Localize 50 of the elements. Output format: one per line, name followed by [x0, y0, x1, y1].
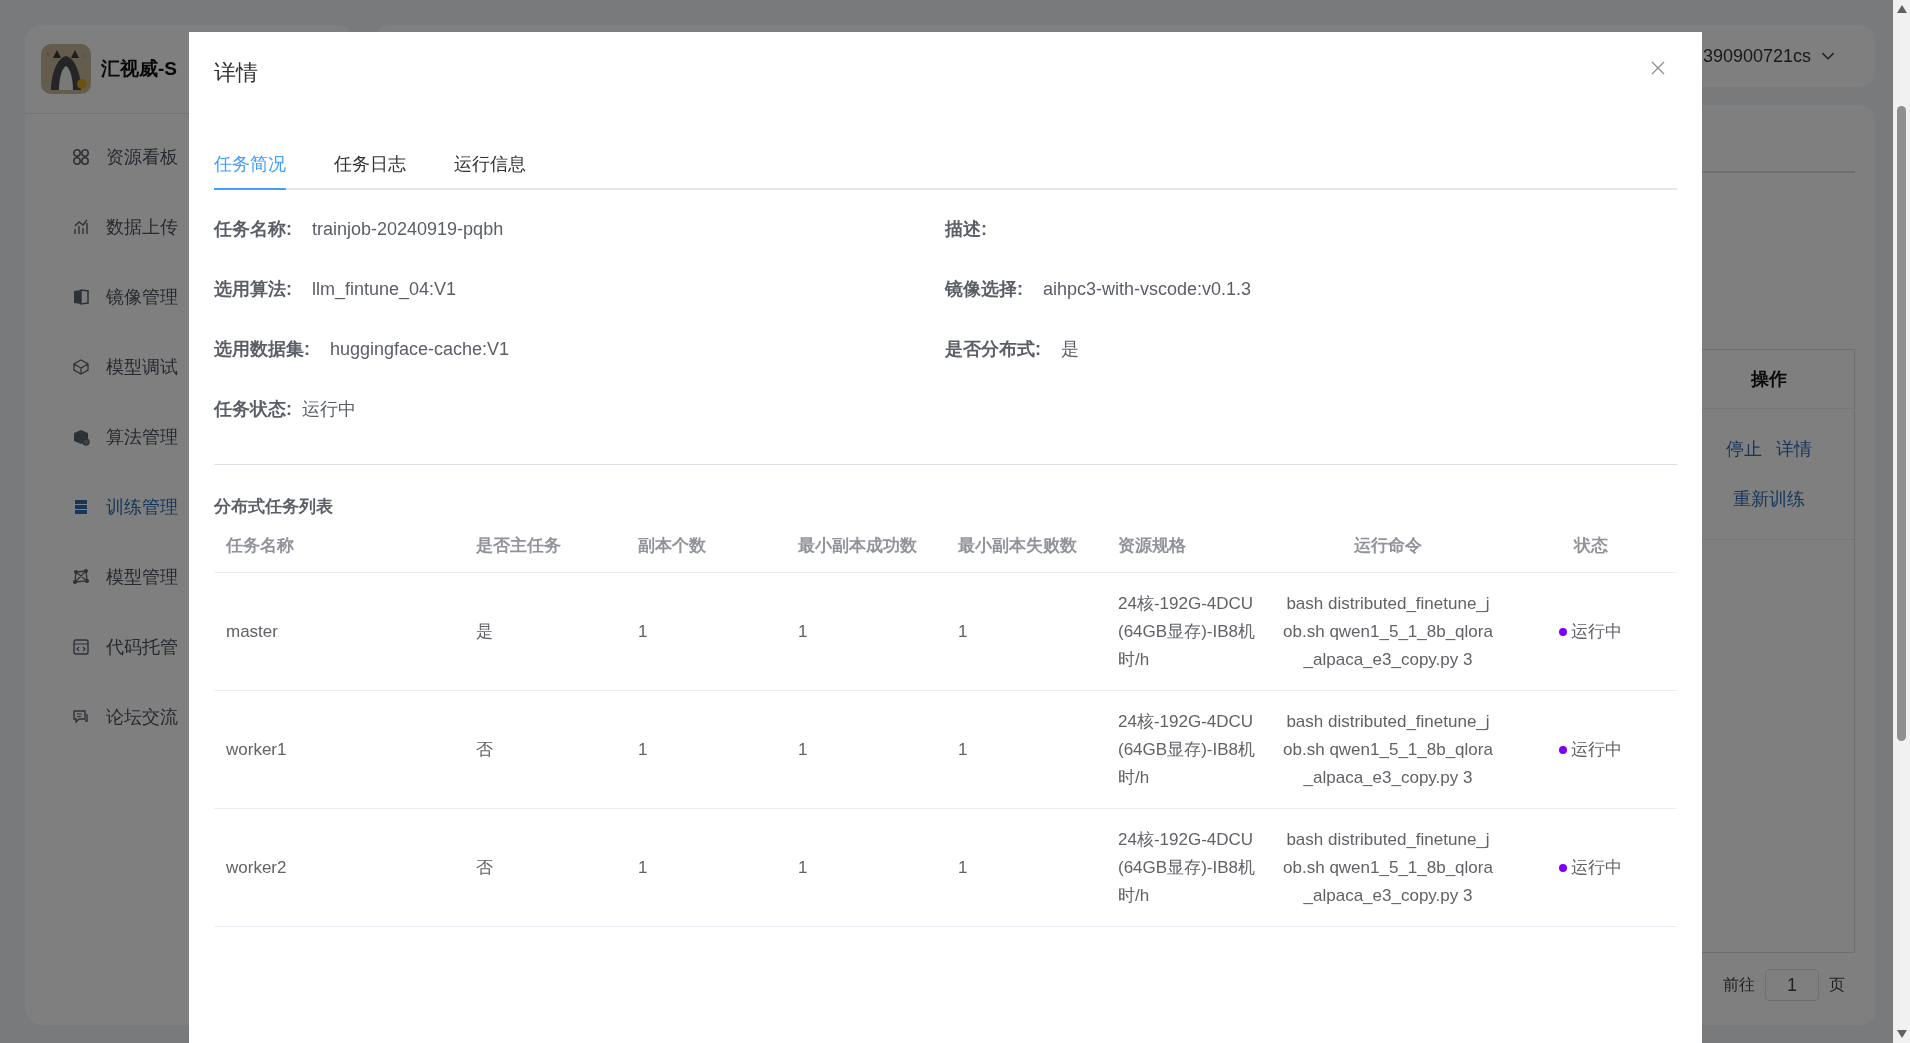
table-cell-text: 1: [958, 620, 968, 643]
table-cell-text: 1: [638, 856, 648, 879]
pagination-label: 页: [1829, 974, 1845, 995]
table-cell-text: master: [226, 620, 278, 643]
field-label: 描述:: [945, 218, 987, 241]
field-label: 选用算法:: [214, 278, 292, 301]
column-header: 是否主任务: [464, 518, 626, 573]
status-text: 运行中: [1571, 738, 1622, 761]
field-value: huggingface-cache:V1: [330, 338, 510, 360]
table-cell-text: worker1: [226, 738, 287, 761]
column-header: 运行命令: [1272, 518, 1504, 573]
column-header: 最小副本失败数: [946, 518, 1106, 573]
field-label: 任务状态:: [214, 398, 292, 421]
field-label: 镜像选择:: [945, 278, 1023, 301]
table-cell-text: 24核-192G-4DCU(64GB显存)-IB8机时/h: [1118, 710, 1256, 789]
field-label: 任务名称:: [214, 218, 292, 241]
table-cell-text: 1: [958, 856, 968, 879]
dialog-title: 详情: [214, 59, 258, 87]
field-value: 运行中: [302, 398, 356, 421]
field-label: 是否分布式:: [945, 338, 1041, 361]
table-cell-text: 1: [958, 738, 968, 761]
table-cell-text: 1: [798, 620, 808, 643]
field-label: 选用数据集:: [214, 338, 310, 361]
status-text: 运行中: [1571, 620, 1622, 643]
table-cell-text: worker2: [226, 856, 287, 879]
app-title: 汇视威-S: [101, 57, 177, 81]
field-value: trainjob-20240919-pqbh: [312, 218, 504, 240]
table-cell-text: 否: [476, 738, 493, 761]
column-header: 副本个数: [626, 518, 786, 573]
table-cell-text: 是: [476, 620, 493, 643]
column-header: 资源规格: [1106, 518, 1272, 573]
table-cell-text: 1: [798, 738, 808, 761]
pagination-label: 前往: [1723, 974, 1755, 995]
table-cell-text: bash distributed_finetune_job.sh qwen1_5_1_8b_qlora_alpaca_e3_copy.py 3: [1282, 592, 1494, 671]
table-cell-text: bash distributed_finetune_job.sh qwen1_5_1_8b_qlora_alpaca_e3_copy.py 3: [1282, 710, 1494, 789]
field-value: aihpc3-with-vscode:v0.1.3: [1043, 278, 1252, 300]
column-header: 任务名称: [214, 518, 464, 573]
column-header: 最小副本成功数: [786, 518, 946, 573]
table-cell-text: 1: [638, 620, 648, 643]
table-cell-text: 24核-192G-4DCU(64GB显存)-IB8机时/h: [1118, 592, 1256, 671]
table-cell-text: 1: [638, 738, 648, 761]
table-cell-text: 24核-192G-4DCU(64GB显存)-IB8机时/h: [1118, 828, 1256, 907]
table-cell-text: bash distributed_finetune_job.sh qwen1_5_1_8b_qlora_alpaca_e3_copy.py 3: [1282, 828, 1494, 907]
section-title: 分布式任务列表: [214, 496, 334, 518]
column-header: 状态: [1504, 518, 1677, 573]
field-value: 是: [1061, 338, 1079, 361]
table-cell-text: 1: [798, 856, 808, 879]
table-cell-text: 否: [476, 856, 493, 879]
status-text: 运行中: [1571, 856, 1622, 879]
field-value: llm_fintune_04:V1: [312, 278, 457, 300]
